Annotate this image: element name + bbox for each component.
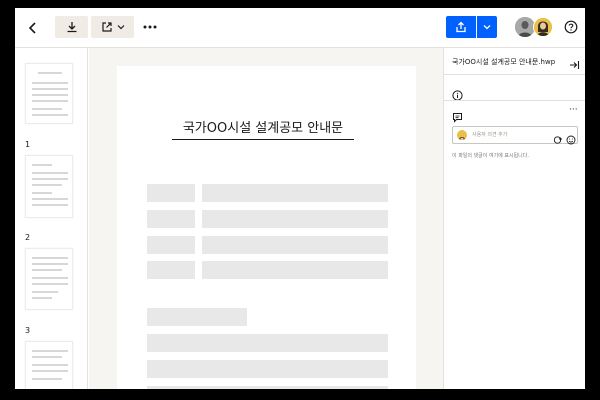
comment-placeholder: 사용자 의견 추가 — [472, 132, 508, 138]
toolbar — [15, 8, 585, 48]
text-placeholder — [202, 261, 388, 279]
page-thumbnails: 1 2 3 — [15, 48, 88, 389]
app-window: 1 2 3 국가OO시설 설계공모 안내문 국가OO시설 설계공모 안내문.hw… — [15, 8, 585, 389]
file-name: 국가OO시설 설계공모 안내문.hwp — [452, 58, 556, 66]
details-panel: 국가OO시설 설계공모 안내문.hwp ··· 사용자 의견 추가 이 파일의 … — [443, 48, 585, 389]
text-placeholder — [147, 360, 388, 378]
page-number: 1 — [25, 140, 31, 149]
info-button[interactable] — [452, 86, 463, 101]
text-placeholder — [147, 308, 247, 326]
page-thumbnail[interactable] — [25, 341, 73, 389]
share-button[interactable] — [446, 16, 476, 38]
open-in-button[interactable] — [91, 16, 134, 38]
help-button[interactable] — [563, 19, 579, 35]
divider — [444, 74, 585, 75]
open-external-icon — [101, 22, 112, 32]
share-icon — [456, 21, 466, 33]
emoji-button[interactable] — [566, 130, 576, 145]
empty-comments-message: 이 파일의 댓글이 여기에 표시됩니다. — [452, 153, 529, 159]
collapse-right-icon — [570, 61, 580, 69]
text-placeholder — [202, 210, 388, 228]
help-icon — [564, 20, 578, 34]
avatar[interactable] — [515, 17, 535, 37]
text-placeholder — [147, 184, 195, 202]
text-placeholder — [147, 210, 195, 228]
comment-options-button[interactable]: ··· — [569, 105, 578, 115]
text-placeholder — [202, 236, 388, 254]
page-thumbnail[interactable] — [25, 248, 73, 310]
more-actions-button[interactable] — [141, 18, 159, 36]
text-placeholder — [147, 386, 388, 389]
chevron-down-icon — [483, 25, 491, 30]
document-title: 국가OO시설 설계공모 안내문 — [182, 121, 344, 136]
page-thumbnail[interactable] — [25, 155, 73, 218]
collapse-panel-button[interactable] — [568, 56, 580, 69]
page-number: 2 — [25, 233, 31, 242]
user-avatar-icon — [534, 18, 552, 36]
comment-icon — [452, 108, 463, 123]
page-thumbnail[interactable] — [25, 63, 73, 124]
download-icon — [67, 22, 76, 33]
chevron-left-icon — [28, 22, 36, 34]
download-button[interactable] — [55, 16, 88, 38]
emoji-icon — [566, 135, 576, 145]
document-viewer[interactable]: 국가OO시설 설계공모 안내문 — [89, 48, 443, 389]
chevron-down-icon — [117, 25, 124, 30]
document-page: 국가OO시설 설계공모 안내문 — [117, 66, 416, 389]
user-avatar-icon — [515, 17, 535, 37]
text-placeholder — [147, 334, 388, 352]
text-placeholder — [202, 184, 388, 202]
page-number: 3 — [25, 326, 31, 335]
comment-input[interactable]: 사용자 의견 추가 — [452, 126, 578, 145]
mention-icon — [553, 136, 562, 144]
avatar[interactable] — [533, 17, 553, 37]
text-placeholder — [147, 236, 195, 254]
more-horizontal-icon — [143, 25, 157, 29]
text-placeholder — [147, 261, 195, 279]
share-options-button[interactable] — [477, 16, 497, 38]
title-underline — [172, 139, 354, 140]
avatar — [457, 130, 467, 140]
mention-button[interactable] — [553, 130, 563, 144]
divider — [444, 100, 585, 101]
back-button[interactable] — [23, 18, 43, 38]
